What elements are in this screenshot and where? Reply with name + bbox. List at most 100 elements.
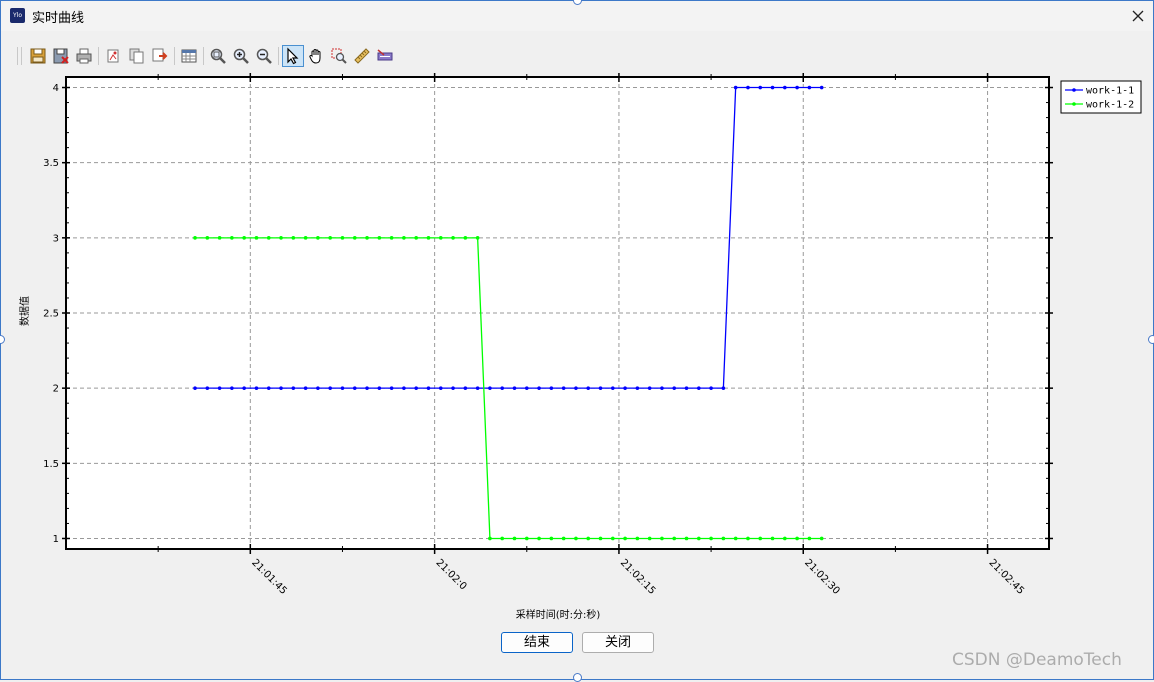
data-point-work-1-2 bbox=[365, 236, 369, 240]
data-point-work-1-2 bbox=[402, 236, 406, 240]
zoom-fit-button[interactable] bbox=[207, 45, 229, 67]
data-point-work-1-2 bbox=[254, 236, 259, 240]
x-tick-label: 21:02:0 bbox=[434, 557, 469, 592]
data-point-work-1-2 bbox=[635, 536, 640, 541]
close-window-button[interactable] bbox=[1123, 1, 1153, 31]
data-point-work-1-2 bbox=[291, 236, 296, 240]
data-point-work-1-1 bbox=[205, 386, 210, 390]
data-point-work-1-1 bbox=[561, 386, 566, 390]
data-point-work-1-1 bbox=[451, 386, 455, 390]
data-point-work-1-1 bbox=[758, 85, 763, 90]
realtime-curve-window: Ylo 实时曲线 1 1.5 2 2.5 3 3.5 4 21:01:45 21… bbox=[0, 0, 1154, 680]
y-tick-label: 2 bbox=[53, 384, 59, 395]
resize-handle-bottom[interactable] bbox=[573, 673, 582, 682]
copy-icon bbox=[129, 48, 144, 64]
data-point-work-1-2 bbox=[279, 236, 283, 240]
x-tick-label: 21:01:45 bbox=[249, 557, 289, 597]
zoom-box-button[interactable] bbox=[328, 45, 350, 67]
data-point-work-1-1 bbox=[365, 386, 369, 390]
copy-button[interactable] bbox=[126, 45, 148, 67]
data-point-work-1-1 bbox=[242, 386, 246, 390]
save-as-button[interactable] bbox=[50, 45, 72, 67]
zoom-out-icon bbox=[256, 48, 272, 64]
select-pointer-button[interactable] bbox=[282, 45, 304, 67]
y-tick-label: 2.5 bbox=[43, 309, 59, 320]
y-tick-label: 1.5 bbox=[43, 459, 59, 470]
data-point-work-1-1 bbox=[586, 386, 591, 390]
pan-hand-icon bbox=[309, 48, 321, 64]
data-point-work-1-1 bbox=[770, 85, 775, 90]
toolbar-separator bbox=[278, 47, 279, 65]
zoom-out-button[interactable] bbox=[253, 45, 275, 67]
data-point-work-1-2 bbox=[205, 236, 210, 240]
data-point-work-1-2 bbox=[623, 536, 627, 541]
data-point-work-1-1 bbox=[266, 386, 271, 390]
data-point-work-1-2 bbox=[647, 536, 652, 541]
data-point-work-1-1 bbox=[807, 85, 812, 90]
data-point-work-1-2 bbox=[340, 236, 345, 240]
data-point-work-1-2 bbox=[733, 536, 738, 541]
data-point-work-1-2 bbox=[549, 536, 554, 541]
data-table-button[interactable] bbox=[178, 45, 200, 67]
close-button[interactable]: 关闭 bbox=[582, 632, 654, 653]
data-point-work-1-1 bbox=[660, 386, 664, 390]
data-point-work-1-2 bbox=[684, 536, 689, 541]
data-point-work-1-1 bbox=[328, 386, 332, 390]
legend-marker bbox=[1072, 102, 1076, 106]
data-point-work-1-2 bbox=[770, 536, 775, 541]
marker-icon bbox=[377, 49, 393, 61]
data-point-work-1-2 bbox=[660, 536, 664, 541]
data-point-work-1-1 bbox=[672, 386, 677, 390]
resize-handle-right[interactable] bbox=[1148, 335, 1154, 344]
data-point-work-1-2 bbox=[488, 536, 492, 541]
data-point-work-1-2 bbox=[426, 236, 431, 240]
copy-image-button[interactable] bbox=[103, 45, 125, 67]
data-point-work-1-2 bbox=[242, 236, 246, 240]
data-point-work-1-1 bbox=[623, 386, 627, 390]
zoom-in-button[interactable] bbox=[230, 45, 252, 67]
data-point-work-1-1 bbox=[709, 386, 713, 390]
realtime-chart[interactable]: 1 1.5 2 2.5 3 3.5 4 21:01:45 21:02:0 21:02:15 21:0… bbox=[1, 72, 1154, 633]
data-point-work-1-1 bbox=[414, 386, 418, 390]
data-point-work-1-2 bbox=[217, 236, 222, 240]
toolbar-separator bbox=[21, 47, 22, 65]
chart-canvas[interactable]: 1 1.5 2 2.5 3 3.5 4 21:01:45 21:02:0 21:02:15 21:0… bbox=[1, 72, 1154, 633]
data-point-work-1-1 bbox=[463, 386, 468, 390]
data-point-work-1-1 bbox=[389, 386, 394, 390]
data-point-work-1-2 bbox=[697, 536, 701, 541]
export-button[interactable] bbox=[149, 45, 171, 67]
data-point-work-1-2 bbox=[561, 536, 566, 541]
select-pointer-icon bbox=[287, 47, 299, 65]
measure-ruler-button[interactable] bbox=[351, 45, 373, 67]
toolbar-separator bbox=[98, 47, 99, 65]
x-tick-label: 21:02:45 bbox=[986, 557, 1026, 597]
save-button[interactable] bbox=[27, 45, 49, 67]
data-point-work-1-2 bbox=[795, 536, 799, 541]
data-point-work-1-2 bbox=[377, 236, 382, 240]
data-point-work-1-1 bbox=[500, 386, 505, 390]
pan-hand-button[interactable] bbox=[305, 45, 327, 67]
data-point-work-1-2 bbox=[721, 536, 726, 541]
x-tick-label: 21:02:15 bbox=[618, 557, 658, 597]
data-point-work-1-1 bbox=[537, 386, 541, 390]
data-point-work-1-1 bbox=[438, 386, 443, 390]
data-point-work-1-2 bbox=[574, 536, 578, 541]
window-title: 实时曲线 bbox=[32, 11, 85, 26]
data-point-work-1-2 bbox=[230, 236, 234, 240]
data-point-work-1-2 bbox=[758, 536, 763, 541]
data-point-work-1-1 bbox=[230, 386, 234, 390]
y-tick-label: 3 bbox=[53, 233, 59, 244]
data-point-work-1-2 bbox=[316, 236, 320, 240]
print-button[interactable] bbox=[73, 45, 95, 67]
data-point-work-1-2 bbox=[524, 536, 529, 541]
marker-button[interactable] bbox=[374, 45, 396, 67]
data-point-work-1-1 bbox=[193, 386, 197, 390]
data-point-work-1-2 bbox=[537, 536, 541, 541]
data-point-work-1-1 bbox=[598, 386, 603, 390]
data-point-work-1-2 bbox=[463, 236, 468, 240]
end-button[interactable]: 结束 bbox=[501, 632, 573, 653]
data-point-work-1-2 bbox=[598, 536, 603, 541]
data-point-work-1-1 bbox=[512, 386, 517, 390]
toolbar-separator bbox=[17, 47, 18, 65]
export-icon bbox=[152, 48, 168, 62]
